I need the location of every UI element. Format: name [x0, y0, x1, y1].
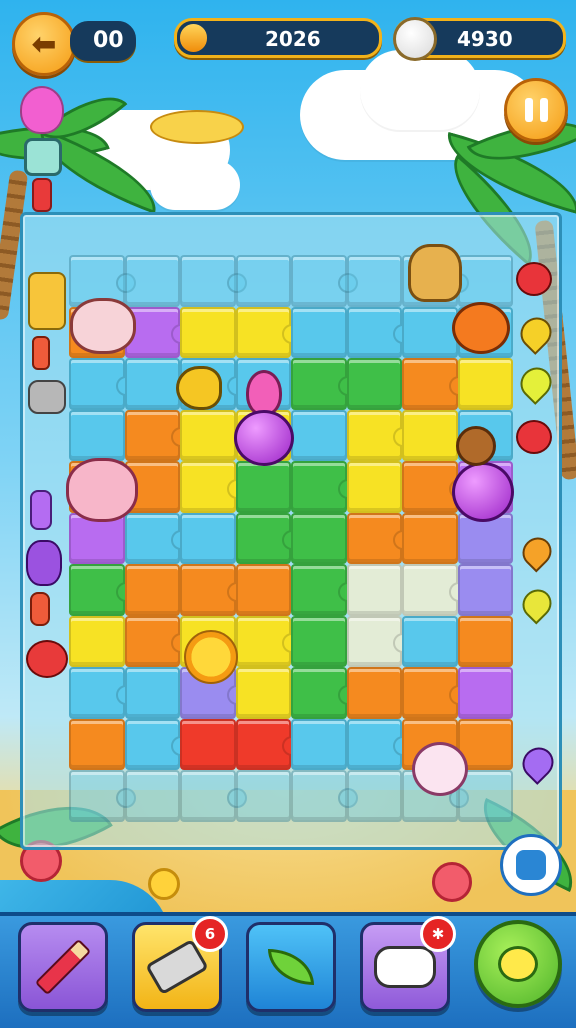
- chat-icon: [498, 946, 538, 982]
- puzzle-piece[interactable]: [69, 615, 125, 667]
- purple-orb[interactable]: [234, 410, 294, 466]
- puzzle-piece[interactable]: [124, 667, 180, 719]
- puzzle-piece[interactable]: [235, 461, 291, 513]
- progress-fill: [180, 24, 207, 52]
- sun-character[interactable]: [184, 630, 238, 684]
- puzzle-piece[interactable]: [346, 770, 402, 822]
- puzzle-piece[interactable]: [457, 358, 513, 410]
- acorn-character[interactable]: [456, 426, 496, 466]
- puzzle-piece[interactable]: [291, 409, 347, 461]
- coin-value: 4930: [457, 27, 513, 51]
- puzzle-piece[interactable]: [457, 667, 513, 719]
- heart-red[interactable]: [516, 420, 552, 454]
- puzzle-grid: [69, 255, 513, 822]
- puzzle-piece[interactable]: [291, 306, 347, 358]
- pig-character[interactable]: [70, 298, 136, 354]
- heart-red[interactable]: [516, 262, 552, 296]
- side-piece[interactable]: [32, 336, 50, 370]
- puzzle-piece[interactable]: [291, 512, 347, 564]
- moves-value: 00: [93, 28, 124, 53]
- side-piece[interactable]: [30, 592, 50, 626]
- puzzle-piece[interactable]: [69, 718, 125, 770]
- tools-badge: 6: [192, 916, 228, 952]
- puzzle-piece[interactable]: [402, 306, 458, 358]
- orange-monster-character[interactable]: [452, 302, 510, 354]
- leaf-button[interactable]: [246, 922, 336, 1012]
- moves-counter: 00: [70, 21, 136, 61]
- side-piece[interactable]: [30, 490, 52, 530]
- shield-face-icon: [516, 850, 546, 880]
- pencil-icon: [34, 938, 92, 996]
- puzzle-piece[interactable]: [235, 770, 291, 822]
- puzzle-piece[interactable]: [457, 615, 513, 667]
- side-piece[interactable]: [28, 272, 66, 330]
- puzzle-piece[interactable]: [402, 615, 458, 667]
- puzzle-piece[interactable]: [457, 564, 513, 616]
- pink-pig-character[interactable]: [66, 458, 138, 522]
- puzzle-piece[interactable]: [235, 255, 291, 307]
- puzzle-piece[interactable]: [180, 718, 236, 770]
- puzzle-piece[interactable]: [235, 667, 291, 719]
- puzzle-piece[interactable]: [291, 718, 347, 770]
- cloud: [360, 50, 480, 130]
- progress-value: 2026: [265, 27, 321, 51]
- level-progress-bar: 2026: [174, 18, 382, 58]
- coin-icon: [393, 17, 437, 61]
- puzzle-piece[interactable]: [402, 409, 458, 461]
- puzzle-piece[interactable]: [402, 512, 458, 564]
- puzzle-piece[interactable]: [346, 667, 402, 719]
- axolotl-character[interactable]: [412, 742, 468, 796]
- controller-badge: ✱: [420, 916, 456, 952]
- puzzle-piece[interactable]: [346, 461, 402, 513]
- sky-bird: [150, 110, 244, 144]
- chat-button[interactable]: [474, 920, 562, 1008]
- red-bottle-item[interactable]: [32, 178, 52, 212]
- puzzle-piece[interactable]: [346, 358, 402, 410]
- side-piece[interactable]: [26, 640, 68, 678]
- puzzle-piece[interactable]: [235, 564, 291, 616]
- lantern-item[interactable]: [24, 138, 62, 176]
- leaf-icon: [268, 949, 314, 985]
- cloud: [150, 160, 240, 210]
- flower: [432, 862, 472, 902]
- side-piece[interactable]: [28, 380, 66, 414]
- puzzle-piece[interactable]: [124, 358, 180, 410]
- shield-face-button[interactable]: [500, 834, 562, 896]
- puzzle-piece[interactable]: [346, 255, 402, 307]
- back-arrow-icon: ⬅: [31, 26, 57, 62]
- puzzle-piece[interactable]: [457, 255, 513, 307]
- flower: [148, 868, 180, 900]
- dog-character[interactable]: [408, 244, 462, 302]
- coin-counter: 4930: [393, 17, 566, 61]
- puzzle-piece[interactable]: [124, 770, 180, 822]
- back-button[interactable]: ⬅: [12, 12, 76, 76]
- controller-icon: [374, 946, 436, 988]
- duck-character[interactable]: [176, 366, 222, 410]
- pause-button[interactable]: [504, 78, 568, 142]
- purple-orb[interactable]: [452, 462, 514, 522]
- puzzle-piece[interactable]: [69, 409, 125, 461]
- puzzle-piece[interactable]: [124, 255, 180, 307]
- puzzle-piece[interactable]: [180, 306, 236, 358]
- pink-balloon-item[interactable]: [20, 86, 64, 134]
- puzzle-piece[interactable]: [346, 564, 402, 616]
- pause-icon: [524, 98, 548, 122]
- puzzle-piece[interactable]: [180, 512, 236, 564]
- puzzle-piece[interactable]: [180, 409, 236, 461]
- side-piece[interactable]: [26, 540, 62, 586]
- puzzle-piece[interactable]: [291, 615, 347, 667]
- pencil-tool-button[interactable]: [18, 922, 108, 1012]
- puzzle-piece[interactable]: [124, 564, 180, 616]
